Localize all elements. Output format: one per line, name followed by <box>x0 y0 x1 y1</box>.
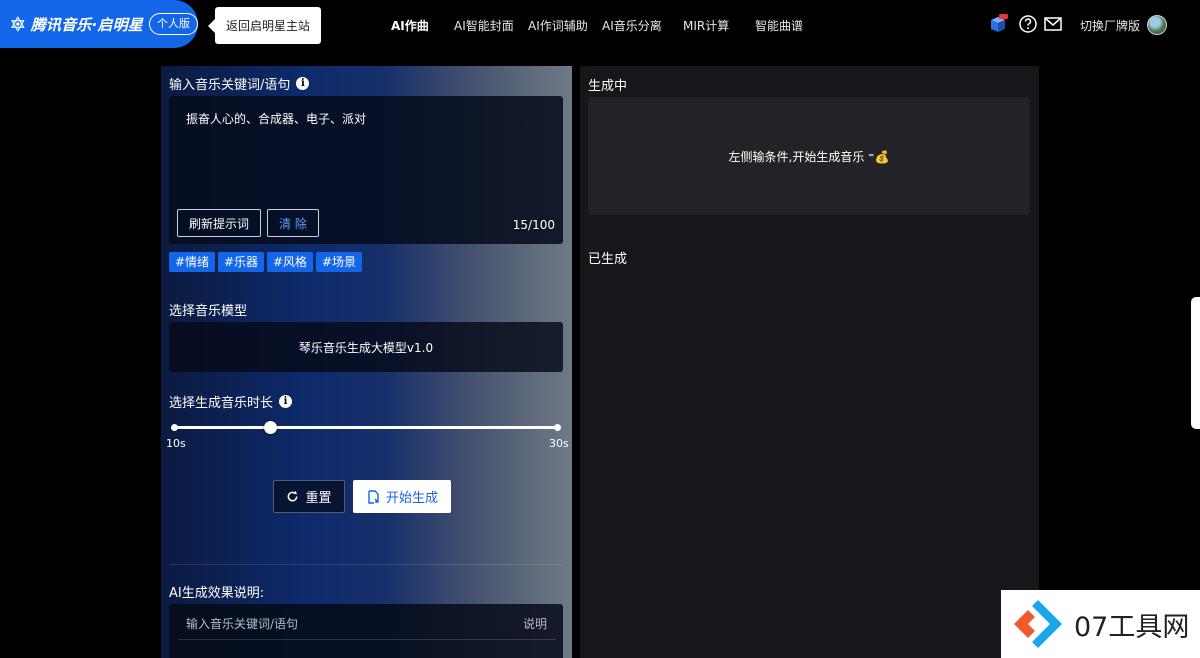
slider-min-label: 10s <box>166 437 186 450</box>
keyword-section-title: 输入音乐关键词/语句 i <box>169 74 310 93</box>
mail-icon[interactable] <box>1043 14 1063 34</box>
tag-style[interactable]: #风格 <box>267 252 314 272</box>
compose-input-panel: 输入音乐关键词/语句 i 振奋人心的、合成器、电子、派对 刷新提示词 清 除 1… <box>161 66 572 658</box>
duration-section-title: 选择生成音乐时长 i <box>169 392 293 411</box>
info-icon[interactable]: i <box>296 77 310 90</box>
avatar[interactable] <box>1147 15 1167 35</box>
tag-scene[interactable]: #场景 <box>316 252 363 272</box>
duration-slider-thumb[interactable] <box>263 421 277 434</box>
prompt-text[interactable]: 振奋人心的、合成器、电子、派对 <box>186 110 366 127</box>
model-selector[interactable]: 琴乐音乐生成大模型v1.0 <box>169 322 563 372</box>
table-header-desc: 说明 <box>522 617 547 631</box>
duration-title-text: 选择生成音乐时长 <box>169 396 274 411</box>
info-icon[interactable]: i <box>279 395 293 408</box>
tag-instrument[interactable]: #乐器 <box>218 252 265 272</box>
slider-max-label: 30s <box>549 437 569 450</box>
side-drawer-handle[interactable] <box>1191 297 1200 429</box>
brand-name: 腾讯音乐·启明星 <box>30 15 143 34</box>
site-watermark: 07工具网 <box>1001 590 1200 658</box>
watermark-text: 07工具网 <box>1074 611 1190 643</box>
star-logo-icon <box>11 16 25 32</box>
nav-mir-compute[interactable]: MIR计算 <box>683 17 729 34</box>
char-counter: 15/100 <box>512 218 555 232</box>
generated-title: 已生成 <box>588 252 628 267</box>
start-label: 开始生成 <box>385 491 438 506</box>
back-to-main-site-link[interactable]: 返回启明星主站 <box>208 7 321 44</box>
refresh-icon <box>288 490 298 502</box>
keyword-title-text: 输入音乐关键词/语句 <box>169 78 291 93</box>
generating-placeholder: 左侧输条件,开始生成音乐 ⁼💰 <box>588 97 1030 215</box>
duration-slider-track[interactable] <box>174 426 558 429</box>
start-generate-button[interactable]: 开始生成 <box>353 480 451 513</box>
nav-ai-separation[interactable]: AI音乐分离 <box>602 17 662 34</box>
section-divider <box>169 564 563 565</box>
edition-badge[interactable]: 个人版 <box>149 13 198 35</box>
tag-mood[interactable]: #情绪 <box>169 252 216 272</box>
nav-ai-lyrics[interactable]: AI作词辅助 <box>528 17 588 34</box>
nav-ai-compose[interactable]: AI作曲 <box>391 17 429 34</box>
table-header-divider <box>178 639 556 640</box>
reset-label: 重置 <box>305 491 332 506</box>
watermark-logo-icon <box>1014 600 1062 648</box>
switch-label-edition[interactable]: 切换厂牌版 <box>1080 17 1140 34</box>
generating-hint: 左侧输条件,开始生成音乐 ⁼💰 <box>728 149 890 164</box>
nav-ai-cover[interactable]: AI智能封面 <box>454 17 514 34</box>
effect-section-title: AI生成效果说明: <box>169 586 265 601</box>
clear-button[interactable]: 清 除 <box>267 209 319 237</box>
nav-smart-score[interactable]: 智能曲谱 <box>755 17 803 34</box>
gift-box-icon[interactable] <box>988 14 1008 34</box>
prompt-input[interactable]: 振奋人心的、合成器、电子、派对 刷新提示词 清 除 15/100 <box>169 96 563 244</box>
effect-table: 输入音乐关键词/语句 说明 <box>169 604 563 658</box>
generating-title: 生成中 <box>588 79 628 94</box>
reset-button[interactable]: 重置 <box>273 480 345 513</box>
slider-max-dot <box>554 424 561 431</box>
table-header-keyword: 输入音乐关键词/语句 <box>186 617 299 631</box>
model-section-title: 选择音乐模型 <box>169 304 248 319</box>
brand-logo-area[interactable]: 腾讯音乐·启明星 个人版 <box>0 0 198 48</box>
top-header: 腾讯音乐·启明星 个人版 返回启明星主站 AI作曲 AI智能封面 AI作词辅助 … <box>0 0 1200 50</box>
generate-icon <box>368 489 379 504</box>
slider-min-dot <box>171 424 178 431</box>
help-icon[interactable] <box>1018 14 1038 34</box>
generation-output-panel: 生成中 左侧输条件,开始生成音乐 ⁼💰 已生成 <box>580 66 1039 658</box>
refresh-prompt-button[interactable]: 刷新提示词 <box>177 209 261 237</box>
